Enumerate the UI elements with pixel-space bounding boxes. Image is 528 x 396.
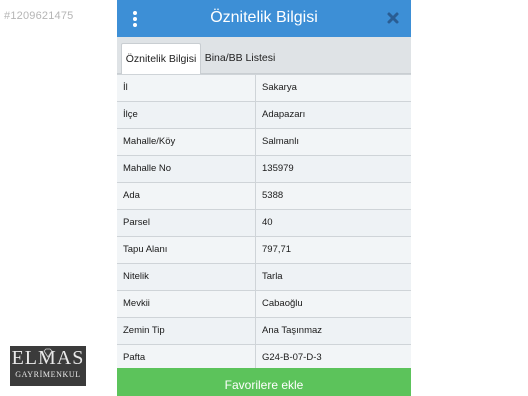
table-row: İlçe Adapazarı: [117, 102, 411, 129]
table-row: Mevkii Cabaoğlu: [117, 291, 411, 318]
row-value: Cabaoğlu: [256, 291, 411, 317]
attribute-panel: Öznitelik Bilgisi Öznitelik Bilgisi Bina…: [117, 0, 411, 396]
kebab-menu-icon[interactable]: [129, 9, 141, 29]
row-key: Zemin Tip: [117, 318, 256, 344]
row-key: Mevkii: [117, 291, 256, 317]
row-key: Mahalle No: [117, 156, 256, 182]
table-row: Mahalle/Köy Salmanlı: [117, 129, 411, 156]
row-value: Tarla: [256, 264, 411, 290]
row-value: Sakarya: [256, 75, 411, 101]
table-row: Parsel 40: [117, 210, 411, 237]
row-value: Adapazarı: [256, 102, 411, 128]
table-row: Nitelik Tarla: [117, 264, 411, 291]
row-key: Parsel: [117, 210, 256, 236]
tab-building-list[interactable]: Bina/BB Listesi: [203, 43, 277, 73]
listing-id-watermark: #1209621475: [4, 10, 74, 22]
table-row: Zemin Tip Ana Taşınmaz: [117, 318, 411, 345]
logo-sub-text: GAYRİMENKUL: [15, 370, 81, 379]
row-value: 797,71: [256, 237, 411, 263]
row-key: Nitelik: [117, 264, 256, 290]
table-row: İl Sakarya: [117, 75, 411, 102]
agency-logo: ELMAS GAYRİMENKUL: [10, 346, 86, 386]
row-value: 5388: [256, 183, 411, 209]
table-row: Ada 5388: [117, 183, 411, 210]
row-value: Ana Taşınmaz: [256, 318, 411, 344]
row-value: Salmanlı: [256, 129, 411, 155]
title-bar: Öznitelik Bilgisi: [117, 0, 411, 37]
close-icon[interactable]: [383, 8, 403, 28]
row-key: Ada: [117, 183, 256, 209]
row-key: İlçe: [117, 102, 256, 128]
attribute-table: İl Sakarya İlçe Adapazarı Mahalle/Köy Sa…: [117, 74, 411, 372]
page-title: Öznitelik Bilgisi: [210, 9, 318, 26]
row-key: Mahalle/Köy: [117, 129, 256, 155]
row-value: 135979: [256, 156, 411, 182]
tab-bar: Öznitelik Bilgisi Bina/BB Listesi: [117, 37, 411, 74]
row-value: 40: [256, 210, 411, 236]
table-row: Tapu Alanı 797,71: [117, 237, 411, 264]
tab-attribute-info[interactable]: Öznitelik Bilgisi: [121, 43, 201, 74]
row-key: İl: [117, 75, 256, 101]
diamond-icon: [43, 348, 53, 358]
table-row: Mahalle No 135979: [117, 156, 411, 183]
row-key: Tapu Alanı: [117, 237, 256, 263]
add-to-favorites-button[interactable]: Favorilere ekle: [117, 368, 411, 396]
